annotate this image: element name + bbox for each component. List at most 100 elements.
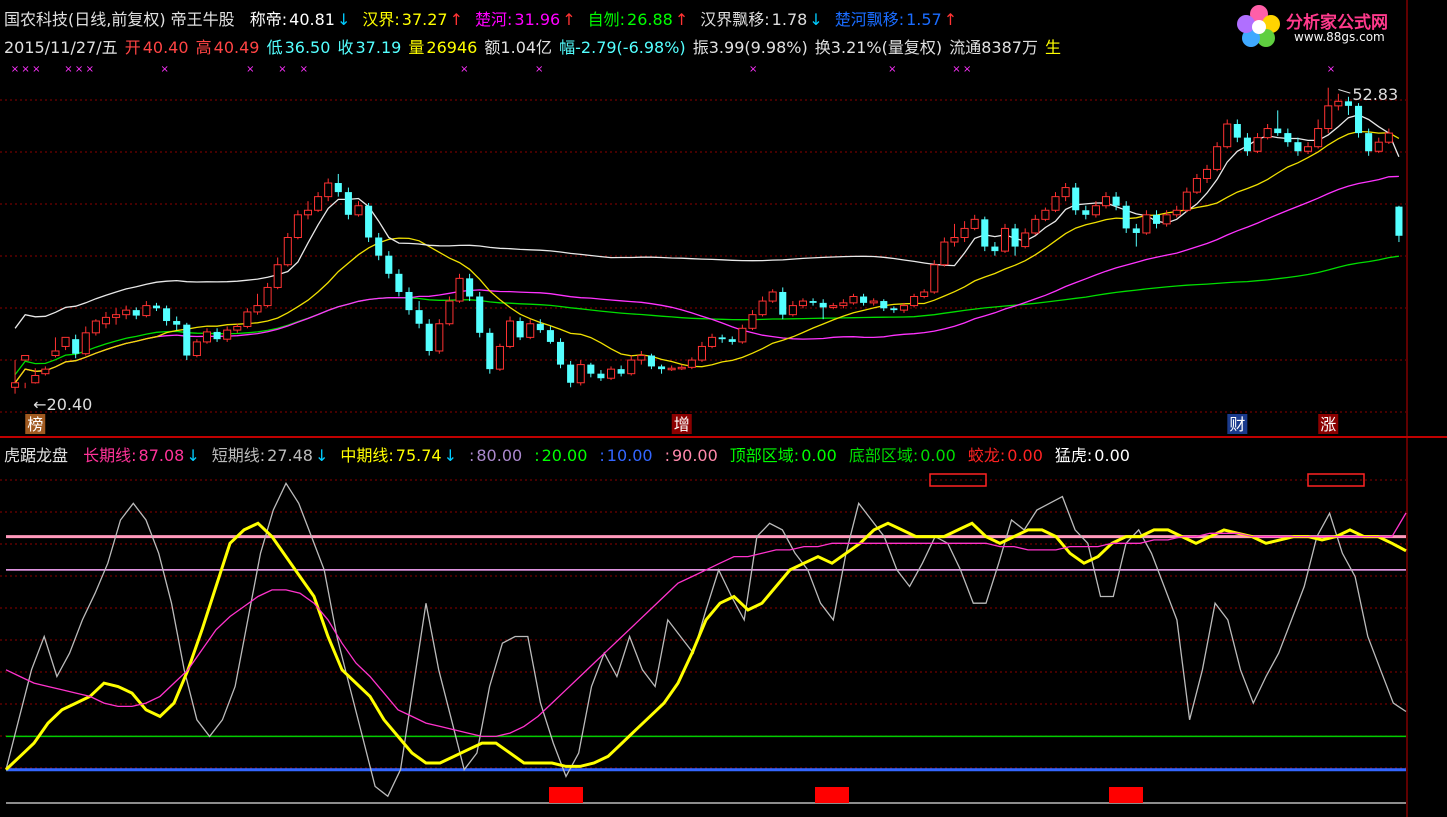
candle-body [1263,128,1272,139]
candle-body [1213,146,1222,170]
signal-marker: × [749,64,757,75]
signal-marker: × [161,64,169,75]
candle-body [809,301,817,303]
candle-body [283,237,292,266]
candle-body [667,367,676,371]
candle-body [365,205,373,238]
candle-body [627,359,636,375]
candle-body [1384,132,1393,143]
candle-body [11,382,20,388]
candle-body [91,320,100,334]
candle-body [718,337,726,340]
candle-body [880,301,888,309]
candle-body [112,314,121,318]
candle-body [233,325,242,331]
candle-body [1152,214,1161,224]
candle-body [72,339,80,354]
candle-body [829,305,838,308]
candle-body [163,308,171,322]
candle-body [21,355,30,361]
candle-body [445,300,454,325]
candle-body [1072,187,1080,211]
candle-body [314,196,323,211]
candle-body [354,205,363,216]
low-marker-label: ←20.40 [33,395,92,414]
candle-body [647,355,655,367]
candle-body [1202,168,1212,179]
candle-body [1365,133,1373,152]
signal-marker: × [963,64,971,75]
candle-body [869,300,878,304]
candle-body [41,368,50,375]
candle-body [486,332,494,370]
candle-body [516,321,524,338]
candle-body [526,323,535,338]
candle-body [768,291,777,302]
candle-body [1101,196,1111,207]
candle-body [1061,187,1070,198]
candle-body [81,332,90,355]
candle-body [567,364,575,383]
candle-body [405,291,413,311]
candle-body [183,324,191,356]
candle-body [173,321,181,325]
candle-body [223,329,232,340]
candle-body [293,214,302,238]
candle-body [455,277,464,302]
tag-label: 涨 [1320,415,1336,434]
candle-body [637,355,646,361]
candle-body [970,218,979,229]
candle-body [860,296,868,303]
candle-body [991,246,999,252]
candle-body [1294,142,1302,152]
candle-body [61,336,70,347]
candle-body [910,296,919,307]
series-line [5,512,1407,738]
candle-body [31,375,40,384]
candle-body [51,350,60,357]
chart-canvas[interactable]: × × × × × × × × × × × × × × × × ×52.83←20.40榜增财涨 [0,0,1447,817]
candle-body [546,330,554,342]
signal-marker: × [460,64,468,75]
candle-body [1334,100,1343,107]
top-signal [929,473,987,487]
candle-body [798,300,807,307]
candle-body [1284,133,1292,143]
candle-body [1021,232,1030,248]
candle-body [344,192,352,215]
candle-body [819,302,827,308]
signal-marker: × [64,64,72,75]
tag-label: 财 [1229,415,1245,434]
candle-body [495,345,504,370]
signal-marker: × [75,64,83,75]
signal-marker: × [300,64,308,75]
bottom-signal [1109,787,1143,803]
candle-body [334,183,342,193]
candle-body [536,323,544,331]
candle-body [273,264,282,288]
signal-marker: × [32,64,40,75]
candle-body [758,300,767,316]
candle-body [708,336,717,347]
candle-body [476,296,484,333]
ma-white-line [14,114,1400,329]
candle-body [890,308,898,311]
candle-body [1374,141,1383,152]
candle-body [152,305,161,309]
candle-body [415,310,423,324]
signal-marker: × [21,64,29,75]
candle-body [697,345,706,361]
candle-body [1172,209,1181,216]
candle-body [617,369,625,374]
candle-body [748,314,757,329]
candle-body [1082,210,1090,215]
signal-marker: × [278,64,286,75]
candle-body [576,364,585,384]
candle-body [658,366,666,370]
candle-body [1324,105,1333,130]
candle-body [385,255,393,274]
high-marker-line [1338,89,1351,94]
candle-body [1192,177,1201,193]
candle-body [425,323,433,351]
candle-body [142,305,151,317]
